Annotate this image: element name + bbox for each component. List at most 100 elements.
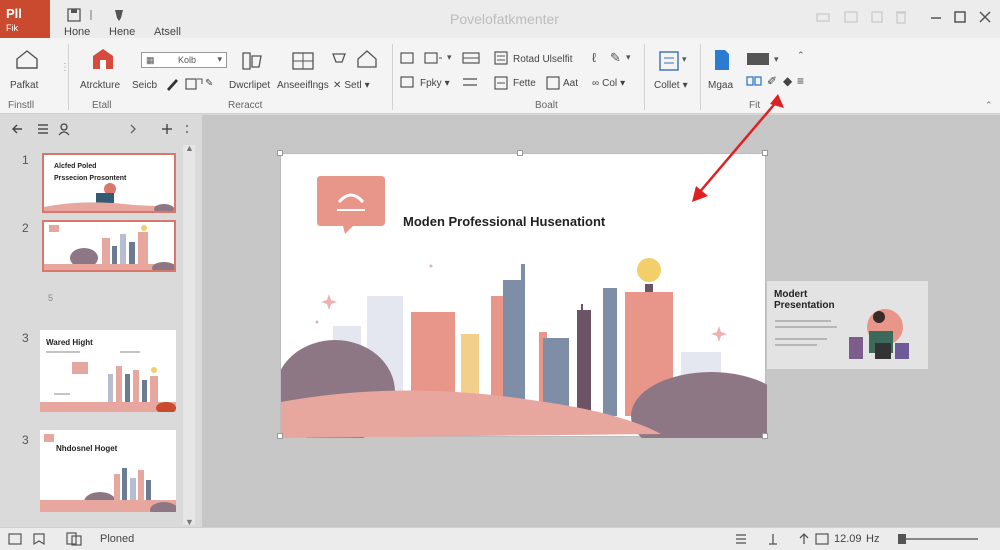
document-icon[interactable] <box>713 48 731 72</box>
settings-button[interactable]: ✕ Setl ▾ <box>333 80 370 91</box>
group-replace-label: Reracct <box>228 100 263 111</box>
home-icon[interactable] <box>14 48 40 70</box>
chevron-down-icon: ▾ <box>444 78 450 89</box>
pen-tool-icon[interactable]: ✎ <box>610 50 621 66</box>
fit-icon[interactable] <box>766 532 780 546</box>
frame-icon[interactable] <box>400 76 414 88</box>
arrange-icon[interactable] <box>240 50 264 72</box>
format-icon[interactable] <box>185 76 203 92</box>
paste-label[interactable]: Pafkat <box>10 80 38 91</box>
insert-icon[interactable] <box>546 76 560 90</box>
slideshow-icon[interactable] <box>815 532 829 546</box>
col-button[interactable]: ∞ Col ▾ <box>592 78 625 89</box>
link-icon: ∞ <box>592 78 600 89</box>
up-icon[interactable] <box>797 532 811 546</box>
scroll-up-icon[interactable]: ▲ <box>185 143 194 153</box>
new-slide-icon[interactable] <box>90 46 116 72</box>
app-logo-text: Pll <box>6 6 22 21</box>
notes-icon[interactable] <box>32 532 46 546</box>
tab-design[interactable]: Atsell <box>154 26 181 38</box>
tab-home[interactable]: Hone <box>64 26 90 38</box>
title-bar: Pll Fik Hone Hene Atsell Povelofatkmente… <box>0 0 1000 38</box>
arrangement-grid-icon[interactable] <box>290 50 316 72</box>
close-icon[interactable] <box>977 9 993 25</box>
fill-icon[interactable]: ◆ <box>783 74 792 88</box>
user-icon[interactable] <box>58 122 72 136</box>
normal-view-icon[interactable] <box>8 532 22 546</box>
house-icon[interactable] <box>356 48 378 70</box>
list-icon[interactable] <box>494 51 508 65</box>
chevron-down-icon[interactable]: ▾ <box>774 54 779 65</box>
slide-thumbnail-4[interactable]: Nhdosnel Hoget <box>40 430 176 512</box>
resize-handle[interactable] <box>762 433 768 439</box>
comments-icon[interactable] <box>869 9 885 25</box>
pen-icon[interactable] <box>112 8 126 22</box>
resize-handle[interactable] <box>277 433 283 439</box>
shape-icon[interactable] <box>330 50 348 70</box>
text-box-icon[interactable] <box>494 76 508 90</box>
panel-scrollbar[interactable]: ▲ ▼ <box>183 143 195 527</box>
ribbon-separator <box>644 44 645 110</box>
expand-icon[interactable]: ⌃ <box>797 50 805 61</box>
paint-icon[interactable] <box>164 76 180 92</box>
slide-thumbnail-1[interactable]: Alcfed Poled Prssecion Prosontent <box>42 153 176 213</box>
chevron-right-icon[interactable] <box>126 122 140 136</box>
back-arrow-icon[interactable] <box>10 122 24 136</box>
aat-button[interactable]: Aat <box>563 78 578 89</box>
layout-icon[interactable] <box>400 52 414 64</box>
slide-title[interactable]: Moden Professional Husenationt <box>403 214 605 229</box>
screen-icon[interactable] <box>746 52 770 68</box>
chevron-down-icon[interactable]: ▾ <box>682 54 687 65</box>
chevron-down-icon[interactable]: ▾ <box>626 52 631 63</box>
dots-icon[interactable] <box>180 122 194 136</box>
app-logo[interactable]: Pll Fik <box>0 0 50 38</box>
share-icon[interactable] <box>843 9 859 25</box>
annotation-arrow <box>692 94 784 202</box>
developer-button[interactable]: Dwcrlipet <box>229 80 270 91</box>
list-view-icon[interactable] <box>36 122 50 136</box>
align-icon[interactable] <box>462 76 478 88</box>
minimize-icon[interactable] <box>928 9 944 25</box>
side-card-illustration <box>775 309 909 359</box>
collapse-ribbon-icon[interactable]: ⌃ <box>985 100 993 111</box>
chevron-down-icon: ▾ <box>620 78 626 89</box>
table-icon[interactable] <box>462 52 480 64</box>
fette-button[interactable]: Fette <box>513 78 536 89</box>
section-icon[interactable] <box>424 52 442 64</box>
link-icon[interactable] <box>746 74 762 88</box>
save-icon[interactable] <box>67 8 81 22</box>
slide-number: 3 <box>22 331 29 345</box>
zoom-slider[interactable] <box>898 538 978 540</box>
collab-icon[interactable] <box>815 9 831 25</box>
brush-icon[interactable]: ✎ <box>205 78 213 89</box>
pencil-icon[interactable]: ✐ <box>767 74 777 88</box>
resize-handle[interactable] <box>277 150 283 156</box>
menu-lines-icon[interactable]: ≡ <box>797 74 804 88</box>
select-button[interactable]: Seicb <box>132 80 157 91</box>
side-preview-card[interactable]: Modert Presentation <box>767 281 928 369</box>
trash-icon[interactable] <box>893 9 909 25</box>
slide-thumbnail-2[interactable] <box>42 220 176 272</box>
slide-thumbnail-3[interactable]: Wared Hight <box>40 330 176 412</box>
rotate-button[interactable]: Rotad Ulselfit <box>513 54 572 65</box>
maximize-icon[interactable] <box>952 9 968 25</box>
app-window: Pll Fik Hone Hene Atsell Povelofatkmente… <box>0 0 1000 550</box>
menu-lines-icon[interactable] <box>734 532 748 546</box>
chevron-down-icon[interactable]: ▾ <box>447 52 452 63</box>
zoom-slider-thumb[interactable] <box>898 534 906 544</box>
tab-insert[interactable]: Hene <box>109 26 135 38</box>
architecture-button[interactable]: Atrckture <box>80 80 120 91</box>
shape-outline-icon[interactable]: ℓ <box>592 50 596 65</box>
collect-icon[interactable] <box>658 50 680 72</box>
add-icon[interactable] <box>160 122 174 136</box>
arrangements-button[interactable]: Anseeiflngs <box>277 80 329 91</box>
panel-toolbar <box>0 115 200 143</box>
slide-sorter-icon[interactable] <box>66 532 82 546</box>
thumb-illustration <box>40 351 176 412</box>
scroll-down-icon[interactable]: ▼ <box>185 517 194 527</box>
style-dropdown[interactable]: ▦ Kolb ▾ <box>141 52 227 68</box>
window-title: Povelofatkmenter <box>450 11 559 27</box>
collect-label: Collet <box>654 80 680 91</box>
fpky-button[interactable]: Fpky ▾ <box>420 78 450 89</box>
resize-handle[interactable] <box>517 150 523 156</box>
